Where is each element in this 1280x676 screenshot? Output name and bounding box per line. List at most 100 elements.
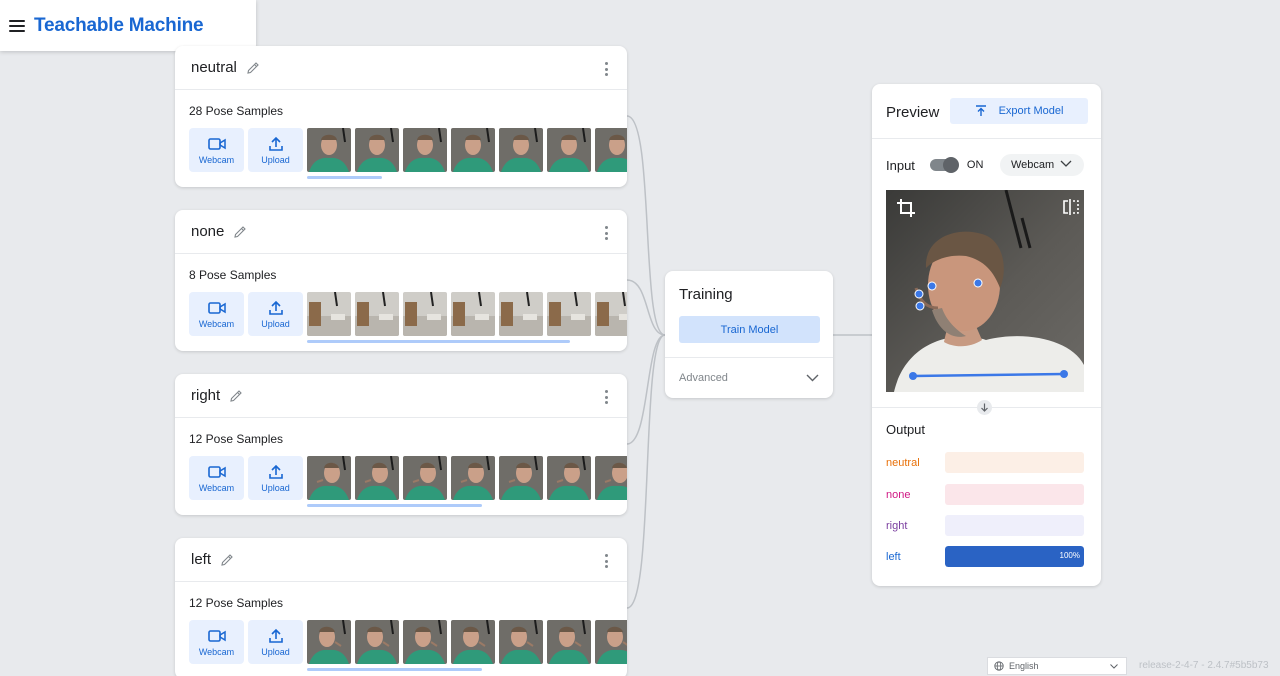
sample-thumbnail[interactable] bbox=[355, 128, 399, 172]
sample-thumbnail[interactable] bbox=[595, 128, 627, 172]
flip-icon[interactable] bbox=[1062, 198, 1080, 216]
advanced-label: Advanced bbox=[679, 372, 728, 384]
pencil-icon[interactable] bbox=[220, 553, 234, 567]
sample-thumbnail[interactable] bbox=[307, 292, 351, 336]
sample-row: Webcam Upload bbox=[189, 456, 627, 500]
webcam-button[interactable]: Webcam bbox=[189, 292, 244, 336]
sample-count: 12 Pose Samples bbox=[189, 596, 284, 610]
sample-thumbnail[interactable] bbox=[547, 292, 591, 336]
upload-button[interactable]: Upload bbox=[248, 128, 303, 172]
webcam-feed bbox=[886, 190, 1084, 392]
app-title[interactable]: Teachable Machine bbox=[34, 15, 204, 37]
input-source-value: Webcam bbox=[1011, 159, 1055, 171]
preview-header: Preview Export Model bbox=[872, 84, 1101, 139]
sample-count: 8 Pose Samples bbox=[189, 268, 277, 282]
sample-thumbnail[interactable] bbox=[547, 456, 591, 500]
sample-thumbnail[interactable] bbox=[595, 292, 627, 336]
sample-thumbnails bbox=[307, 128, 627, 172]
webcam-label: Webcam bbox=[198, 318, 235, 329]
sample-thumbnail[interactable] bbox=[403, 456, 447, 500]
videocam-icon bbox=[207, 629, 226, 642]
sample-thumbnail[interactable] bbox=[403, 292, 447, 336]
webcam-button[interactable]: Webcam bbox=[189, 456, 244, 500]
arrow-down-icon bbox=[977, 400, 992, 415]
pencil-icon[interactable] bbox=[246, 61, 260, 75]
menu-icon[interactable] bbox=[9, 19, 25, 32]
sample-thumbnail[interactable] bbox=[307, 620, 351, 664]
input-source-select[interactable]: Webcam bbox=[1000, 154, 1084, 176]
upload-button[interactable]: Upload bbox=[248, 292, 303, 336]
class-name[interactable]: none bbox=[191, 223, 224, 240]
sample-thumbnail[interactable] bbox=[499, 292, 543, 336]
crop-icon[interactable] bbox=[896, 198, 916, 218]
sample-count: 12 Pose Samples bbox=[189, 432, 284, 446]
export-model-button[interactable]: Export Model bbox=[950, 98, 1088, 124]
sample-thumbnail[interactable] bbox=[355, 620, 399, 664]
class-card-right: right 12 Pose Samples Webcam Upload bbox=[175, 374, 627, 515]
sample-thumbnail[interactable] bbox=[451, 128, 495, 172]
sample-row: Webcam Upload bbox=[189, 620, 627, 664]
chevron-down-icon bbox=[806, 374, 819, 382]
more-vert-icon[interactable] bbox=[605, 390, 609, 404]
class-name[interactable]: right bbox=[191, 387, 220, 404]
output-title: Output bbox=[886, 422, 926, 437]
pencil-icon[interactable] bbox=[229, 389, 243, 403]
class-name[interactable]: neutral bbox=[191, 59, 237, 76]
sample-thumbnail[interactable] bbox=[547, 128, 591, 172]
pencil-icon[interactable] bbox=[233, 225, 247, 239]
advanced-toggle[interactable]: Advanced bbox=[665, 357, 833, 398]
samples-scrollbar[interactable] bbox=[307, 668, 482, 671]
sample-thumbnail[interactable] bbox=[451, 620, 495, 664]
webcam-button[interactable]: Webcam bbox=[189, 128, 244, 172]
webcam-button[interactable]: Webcam bbox=[189, 620, 244, 664]
confidence-percent: 100% bbox=[1059, 551, 1080, 560]
sample-thumbnails bbox=[307, 456, 627, 500]
upload-button[interactable]: Upload bbox=[248, 456, 303, 500]
samples-scrollbar[interactable] bbox=[307, 504, 482, 507]
sample-thumbnail[interactable] bbox=[451, 456, 495, 500]
sample-thumbnail[interactable] bbox=[355, 456, 399, 500]
class-card-neutral: neutral 28 Pose Samples Webcam Upload bbox=[175, 46, 627, 187]
export-model-label: Export Model bbox=[998, 105, 1064, 117]
upload-button[interactable]: Upload bbox=[248, 620, 303, 664]
sample-thumbnail[interactable] bbox=[307, 456, 351, 500]
sample-count: 28 Pose Samples bbox=[189, 104, 284, 118]
sample-thumbnail[interactable] bbox=[499, 128, 543, 172]
sample-thumbnail[interactable] bbox=[499, 456, 543, 500]
webcam-label: Webcam bbox=[198, 646, 235, 657]
sample-thumbnails bbox=[307, 292, 627, 336]
sample-thumbnail[interactable] bbox=[451, 292, 495, 336]
samples-scrollbar[interactable] bbox=[307, 340, 570, 343]
sample-thumbnail[interactable] bbox=[403, 128, 447, 172]
output-row-none: none bbox=[886, 484, 1084, 505]
sample-thumbnail[interactable] bbox=[547, 620, 591, 664]
sample-thumbnail[interactable] bbox=[355, 292, 399, 336]
upload-icon bbox=[268, 300, 283, 315]
more-vert-icon[interactable] bbox=[605, 226, 609, 240]
more-vert-icon[interactable] bbox=[605, 554, 609, 568]
globe-icon bbox=[994, 661, 1004, 671]
train-model-button[interactable]: Train Model bbox=[679, 316, 820, 343]
sample-thumbnail[interactable] bbox=[595, 620, 627, 664]
videocam-icon bbox=[207, 301, 226, 314]
sample-thumbnail[interactable] bbox=[307, 128, 351, 172]
sample-thumbnail[interactable] bbox=[403, 620, 447, 664]
upload-icon bbox=[268, 136, 283, 151]
training-card: Training Train Model Advanced bbox=[665, 271, 833, 398]
chevron-down-icon bbox=[1110, 664, 1118, 669]
sample-thumbnail[interactable] bbox=[499, 620, 543, 664]
samples-scrollbar[interactable] bbox=[307, 176, 382, 179]
confidence-bar: 100% bbox=[945, 546, 1084, 567]
confidence-bar bbox=[945, 452, 1084, 473]
release-version: release-2-4-7 - 2.4.7#5b5b73 bbox=[1139, 660, 1269, 671]
export-icon bbox=[975, 105, 986, 116]
language-select[interactable]: English bbox=[987, 657, 1127, 675]
more-vert-icon[interactable] bbox=[605, 62, 609, 76]
upload-label: Upload bbox=[261, 318, 290, 329]
input-toggle[interactable] bbox=[929, 157, 959, 173]
output-label: right bbox=[886, 519, 908, 532]
webcam-label: Webcam bbox=[198, 154, 235, 165]
confidence-bar bbox=[945, 515, 1084, 536]
class-name[interactable]: left bbox=[191, 551, 211, 568]
sample-thumbnail[interactable] bbox=[595, 456, 627, 500]
